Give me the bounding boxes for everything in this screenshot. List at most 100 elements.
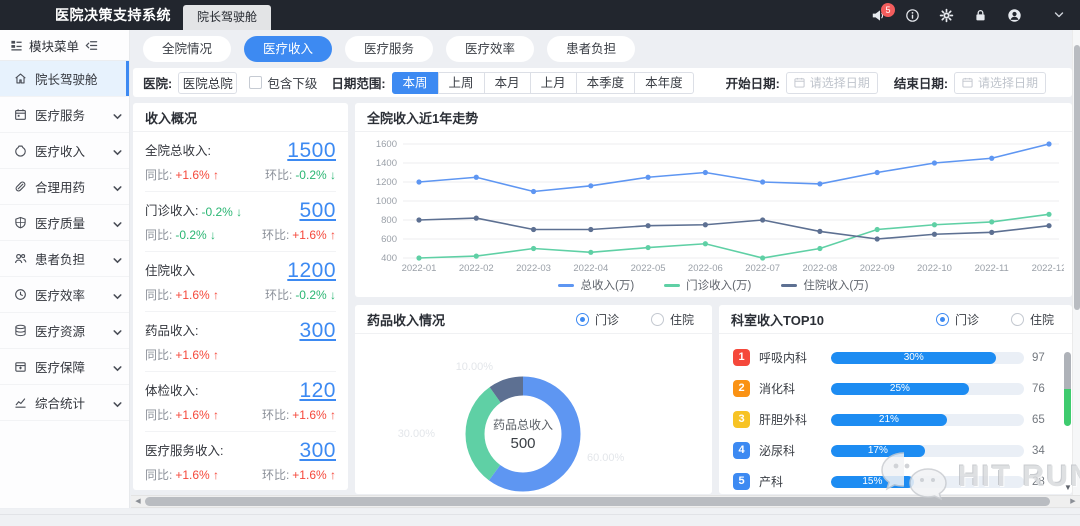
chevron-down-icon bbox=[111, 110, 121, 120]
radio-门诊[interactable]: 门诊 bbox=[936, 311, 979, 328]
sidebar-item-7[interactable]: 医疗效率 bbox=[0, 277, 129, 313]
metric-row: 住院收入1200同比:+1.6% ↑环比:-0.2% ↓ bbox=[133, 252, 348, 312]
range-button-2[interactable]: 上周 bbox=[438, 72, 485, 94]
legend-item[interactable]: 住院收入(万) bbox=[781, 277, 868, 293]
include-sub-checkbox[interactable] bbox=[249, 76, 262, 89]
mom-stat: 环比:+1.6% ↑ bbox=[262, 466, 336, 483]
sidebar-item-3[interactable]: 医疗收入 bbox=[0, 133, 129, 169]
modules-icon bbox=[10, 39, 23, 52]
chevron-down-icon bbox=[111, 362, 121, 372]
workspace-tab[interactable]: 院长驾驶舱 bbox=[183, 5, 271, 30]
metric-row: 全院总收入:1500同比:+1.6% ↑环比:-0.2% ↓ bbox=[133, 132, 348, 192]
metric-value-link[interactable]: 300 bbox=[299, 440, 336, 462]
dept-value: 28 bbox=[1032, 476, 1058, 488]
metric-label: 药品收入: bbox=[145, 320, 198, 342]
sidebar-item-1[interactable]: 院长驾驶舱 bbox=[0, 61, 129, 97]
drug-card-title: 药品收入情况 bbox=[367, 310, 576, 329]
chevron-down-icon bbox=[111, 326, 121, 336]
dept-bar-fill: 17% bbox=[831, 445, 925, 457]
legend-item[interactable]: 总收入(万) bbox=[558, 277, 634, 293]
dashboard-tabs: 全院情况医疗收入医疗服务医疗效率患者负担 bbox=[143, 36, 635, 62]
yoy-stat: 同比:+1.6% ↑ bbox=[145, 466, 219, 483]
dept-bar-track: 15% bbox=[831, 476, 1024, 488]
sidebar-item-5[interactable]: 医疗质量 bbox=[0, 205, 129, 241]
dept-name: 肝胆外科 bbox=[759, 411, 831, 428]
metric-label: 住院收入 bbox=[145, 260, 195, 282]
income-metrics: 全院总收入:1500同比:+1.6% ↑环比:-0.2% ↓门诊收入:-0.2%… bbox=[133, 132, 348, 490]
dept-bar-fill: 21% bbox=[831, 414, 947, 426]
end-date-input[interactable]: 请选择日期 bbox=[954, 72, 1046, 94]
start-date-input[interactable]: 请选择日期 bbox=[786, 72, 878, 94]
svg-text:30.00%: 30.00% bbox=[398, 428, 436, 440]
tab-2[interactable]: 医疗收入 bbox=[244, 36, 332, 62]
sidebar-item-10[interactable]: 综合统计 bbox=[0, 385, 129, 421]
lock-icon[interactable] bbox=[973, 8, 988, 23]
svg-text:药品总收入: 药品总收入 bbox=[493, 418, 553, 432]
sidebar-item-8[interactable]: 医疗资源 bbox=[0, 313, 129, 349]
svg-text:2022-02: 2022-02 bbox=[459, 263, 494, 274]
svg-text:2022-08: 2022-08 bbox=[802, 263, 837, 274]
hospital-select[interactable]: 医院总院 bbox=[178, 72, 237, 94]
dept-name: 泌尿科 bbox=[759, 442, 831, 459]
tab-4[interactable]: 医疗效率 bbox=[446, 36, 534, 62]
tab-5[interactable]: 患者负担 bbox=[547, 36, 635, 62]
drug-income-donut-chart: 10.00%30.00%60.00%药品总收入500 bbox=[355, 334, 712, 494]
chevron-down-icon bbox=[111, 254, 121, 264]
tab-3[interactable]: 医疗服务 bbox=[345, 36, 433, 62]
metric-label: 体检收入: bbox=[145, 380, 198, 402]
info-icon[interactable] bbox=[905, 8, 920, 23]
svg-text:1200: 1200 bbox=[376, 177, 397, 188]
metric-value-link[interactable]: 500 bbox=[299, 200, 336, 222]
sidebar-item-6[interactable]: 患者负担 bbox=[0, 241, 129, 277]
sidebar-item-2[interactable]: 医疗服务 bbox=[0, 97, 129, 133]
horizontal-scrollbar-thumb[interactable] bbox=[145, 497, 1050, 506]
sidebar-item-9[interactable]: 医疗保障 bbox=[0, 349, 129, 385]
income-overview-card: 收入概况 全院总收入:1500同比:+1.6% ↑环比:-0.2% ↓门诊收入:… bbox=[133, 103, 348, 490]
sidebar-item-label: 合理用药 bbox=[35, 177, 111, 196]
sidebar-item-label: 院长驾驶舱 bbox=[35, 69, 121, 88]
svg-text:2022-11: 2022-11 bbox=[975, 263, 1009, 274]
collapse-sidebar-icon[interactable] bbox=[85, 39, 98, 52]
radio-门诊[interactable]: 门诊 bbox=[576, 311, 619, 328]
scroll-left-arrow[interactable]: ◀ bbox=[132, 496, 144, 507]
gear-icon[interactable] bbox=[939, 8, 954, 23]
svg-text:2022-05: 2022-05 bbox=[631, 263, 666, 274]
date-range-group: 本周上周本月上月本季度本年度 bbox=[392, 72, 694, 94]
date-range-label: 日期范围: bbox=[331, 73, 385, 92]
panel-scrollbar-thumb[interactable] bbox=[1064, 352, 1071, 426]
scroll-right-arrow[interactable]: ▶ bbox=[1067, 496, 1079, 507]
dept-value: 76 bbox=[1032, 383, 1058, 395]
metric-value-link[interactable]: 1500 bbox=[287, 140, 336, 162]
metric-value-link[interactable]: 300 bbox=[299, 320, 336, 342]
range-button-3[interactable]: 本月 bbox=[484, 72, 531, 94]
vertical-scrollbar-thumb[interactable] bbox=[1074, 45, 1080, 310]
scroll-down-arrow[interactable]: ▼ bbox=[1063, 483, 1073, 493]
sidebar-item-label: 医疗资源 bbox=[35, 321, 111, 340]
range-button-6[interactable]: 本年度 bbox=[634, 72, 694, 94]
sidebar-item-4[interactable]: 合理用药 bbox=[0, 169, 129, 205]
range-button-4[interactable]: 上月 bbox=[530, 72, 577, 94]
sidebar-menu: 院长驾驶舱医疗服务医疗收入合理用药医疗质量患者负担医疗效率医疗资源医疗保障综合统… bbox=[0, 61, 129, 421]
dept-bar-fill: 15% bbox=[831, 476, 914, 488]
tab-1[interactable]: 全院情况 bbox=[143, 36, 231, 62]
radio-住院[interactable]: 住院 bbox=[651, 311, 694, 328]
dept-name: 呼吸内科 bbox=[759, 349, 831, 366]
navbar-chevron-down-icon[interactable] bbox=[1052, 8, 1066, 22]
rank-badge: 4 bbox=[733, 442, 750, 459]
range-button-5[interactable]: 本季度 bbox=[576, 72, 636, 94]
svg-text:500: 500 bbox=[510, 435, 535, 452]
metric-value-link[interactable]: 120 bbox=[299, 380, 336, 402]
top-navbar: 医院决策支持系统 院长驾驶舱 5 bbox=[0, 0, 1080, 30]
metric-value-link[interactable]: 1200 bbox=[287, 260, 336, 282]
horizontal-scrollbar[interactable]: ◀ ▶ bbox=[131, 495, 1080, 508]
radio-住院[interactable]: 住院 bbox=[1011, 311, 1054, 328]
box-icon bbox=[14, 360, 27, 373]
range-button-1[interactable]: 本周 bbox=[392, 72, 439, 94]
notification-megaphone-icon[interactable]: 5 bbox=[871, 8, 886, 23]
svg-text:1600: 1600 bbox=[376, 139, 397, 150]
legend-item[interactable]: 门诊收入(万) bbox=[664, 277, 751, 293]
dept-value: 34 bbox=[1032, 445, 1058, 457]
vertical-scrollbar[interactable] bbox=[1072, 30, 1080, 495]
svg-text:800: 800 bbox=[381, 215, 397, 226]
user-avatar-icon[interactable] bbox=[1007, 8, 1022, 23]
